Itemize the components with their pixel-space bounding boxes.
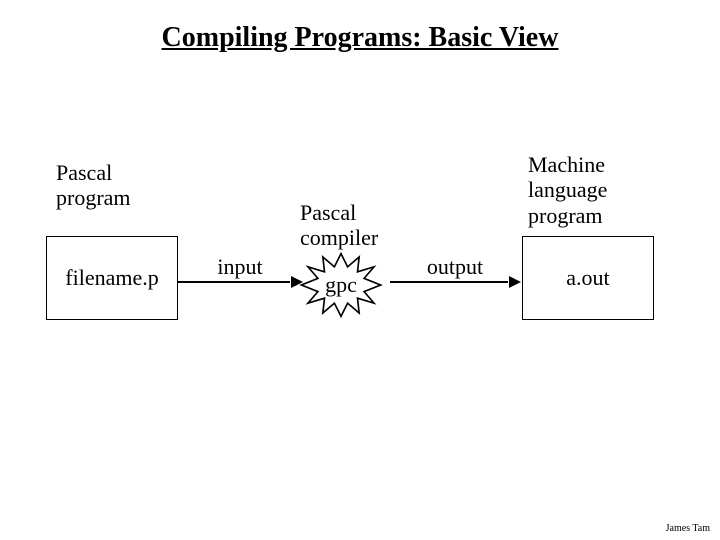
slide-title: Compiling Programs: Basic View xyxy=(0,22,720,54)
author-footer: James Tam xyxy=(666,523,710,534)
arrow-output-shaft xyxy=(390,281,508,283)
right-output-label: Machine language program xyxy=(528,152,668,228)
compiler-name: gpc xyxy=(296,252,386,318)
compiler-burst: gpc xyxy=(296,252,386,318)
arrow-output-label: output xyxy=(390,254,520,280)
output-file-box: a.out xyxy=(522,236,654,320)
left-source-label: Pascal program xyxy=(56,160,176,211)
compiler-label: Pascal compiler xyxy=(300,200,420,251)
arrow-input-label: input xyxy=(178,254,302,280)
source-file-text: filename.p xyxy=(65,265,158,291)
source-file-box: filename.p xyxy=(46,236,178,320)
arrow-input-shaft xyxy=(178,281,290,283)
output-file-text: a.out xyxy=(566,265,609,291)
slide: Compiling Programs: Basic View Pascal pr… xyxy=(0,0,720,540)
